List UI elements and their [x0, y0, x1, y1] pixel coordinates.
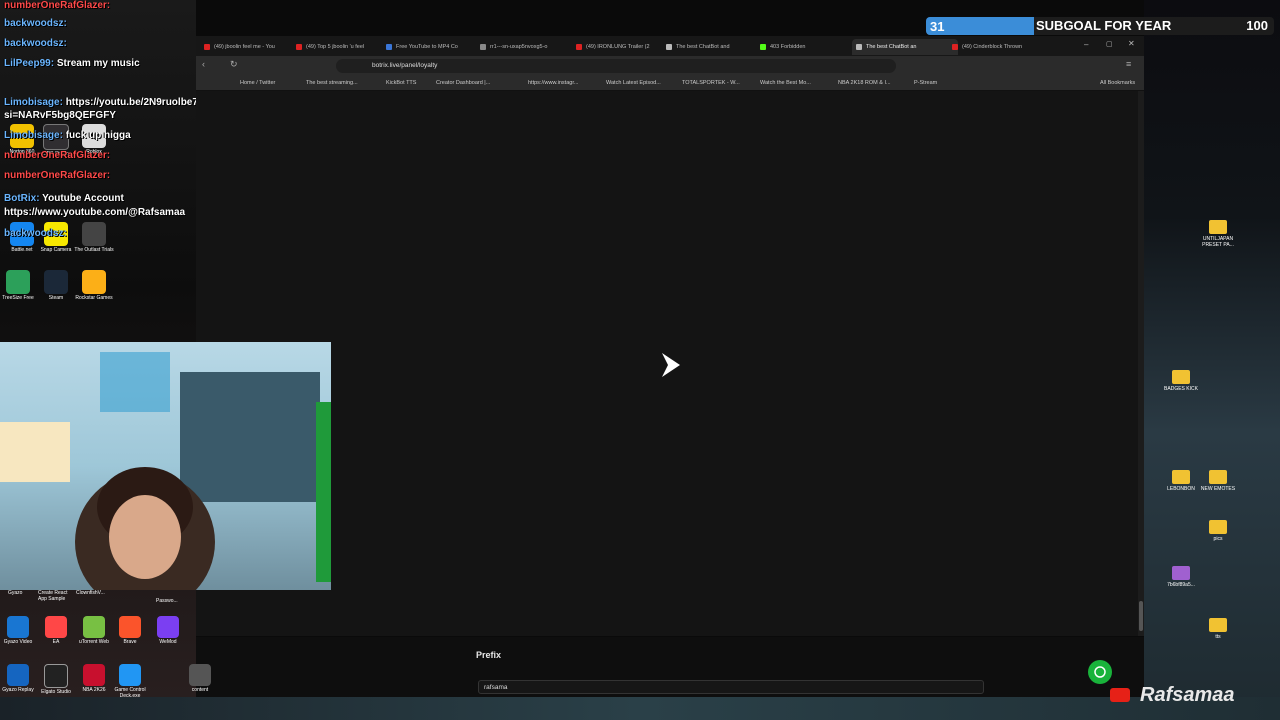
chat-message: backwoodsz:	[4, 18, 67, 29]
chat-message: Limobisage: fuck up nigga	[4, 130, 131, 141]
chat-message: LilPeep99: Stream my music	[4, 58, 140, 69]
browser-tab[interactable]: (49) Cinderblock Thrown	[948, 39, 1052, 55]
support-chat-button[interactable]	[1088, 660, 1112, 684]
desktop-icon-outlast[interactable]: The Outlast Trials	[72, 222, 116, 253]
app-icon-wemod[interactable]: WeMod	[148, 616, 188, 645]
loading-spinner-icon	[662, 353, 680, 377]
desktop-folder[interactable]: tts	[1193, 618, 1243, 640]
app-icon-content[interactable]: content	[180, 664, 220, 693]
app-icon-elgato[interactable]: Elgato Studio	[36, 664, 76, 695]
bookmark-item[interactable]: The best streaming...	[306, 76, 358, 90]
bookmark-item[interactable]: KickBot TTS	[386, 76, 416, 90]
close-icon[interactable]: ✕	[1128, 39, 1135, 48]
prefix-label: Prefix	[476, 650, 502, 660]
chat-message: numberOneRafGlazer:	[4, 150, 111, 161]
stream-bottom-strip	[0, 697, 1280, 720]
bookmark-item[interactable]: Watch the Best Mo...	[760, 76, 811, 90]
bookmark-item[interactable]: Creator Dashboard |...	[436, 76, 490, 90]
bookmarks-bar: Home / Twitter The best streaming... Kic…	[196, 76, 1144, 91]
bookmark-item[interactable]: https://www.instagr...	[528, 76, 578, 90]
webcam-feed	[0, 342, 331, 590]
bookmark-item[interactable]: Watch Latest Episod...	[606, 76, 661, 90]
youtube-icon	[1110, 688, 1130, 702]
desktop-folder[interactable]: NEW EMOTES	[1193, 470, 1243, 492]
chat-icon	[1094, 666, 1106, 678]
chat-message: BotRix: Youtube Account https://www.yout…	[4, 193, 186, 218]
stream-background: UNTILJAPAN PRESET PA... BADGES KICK LEBO…	[1144, 0, 1280, 720]
browser-tab[interactable]: 403 Forbidden	[756, 39, 860, 55]
desktop-label: ClownfishV...	[76, 590, 105, 596]
webcam-scene	[0, 352, 331, 590]
browser-tab[interactable]: The best ChatBot and	[662, 39, 766, 55]
app-icon-ea[interactable]: EA	[36, 616, 76, 645]
chat-message: backwoodsz:	[4, 228, 67, 239]
app-icon-nba2k[interactable]: NBA 2K26	[74, 664, 114, 693]
minimize-icon[interactable]: –	[1084, 40, 1088, 49]
all-bookmarks[interactable]: All Bookmarks	[1100, 76, 1135, 90]
menu-icon[interactable]: ≡	[1126, 59, 1131, 69]
desktop-label: Passwo...	[156, 598, 178, 604]
bookmark-item[interactable]: Home / Twitter	[240, 76, 275, 90]
bookmark-item[interactable]: P-Stream	[914, 76, 937, 90]
desktop-folder[interactable]: UNTILJAPAN PRESET PA...	[1193, 220, 1243, 248]
browser-tab[interactable]: rr1---sn-uxap5nvoxg5-o	[476, 39, 582, 55]
desktop-folder[interactable]: pics	[1193, 520, 1243, 542]
reload-icon[interactable]: ↻	[230, 59, 238, 70]
desktop-folder[interactable]: BADGES KICK	[1156, 370, 1206, 392]
app-icon-gyazo-replay[interactable]: Gyazo Replay	[0, 664, 38, 693]
browser-tab[interactable]: Free YouTube to MP4 Co	[382, 39, 486, 55]
browser-window: (49) jboolin feel me - You (49) Top 5 jb…	[196, 36, 1144, 636]
app-icon-game-control[interactable]: Game Control Deck.exe	[110, 664, 150, 699]
browser-tab[interactable]: (49) Top 5 jboolin 'u feel	[292, 39, 392, 55]
browser-tab[interactable]: (49) IRONLUNG Trailer (2	[572, 39, 672, 55]
chat-message: numberOneRafGlazer:	[4, 0, 111, 11]
desktop-file[interactable]: 7b6bf89a5...	[1156, 566, 1206, 588]
desktop-label: Create React App Sample	[38, 590, 68, 602]
tab-strip: (49) jboolin feel me - You (49) Top 5 jb…	[196, 36, 1144, 56]
subgoal-count: 31	[930, 19, 945, 34]
bookmark-item[interactable]: TOTALSPORTEK - W...	[682, 76, 740, 90]
maximize-icon[interactable]: ▢	[1106, 40, 1113, 48]
desktop-label: Gyazo	[8, 590, 23, 596]
subgoal-bar: 31 SUBGOAL FOR YEAR 100	[906, 15, 1274, 37]
browser-toolbar: ‹ ↻ botrix.live/panel/loyalty ≡	[196, 56, 1144, 76]
browser-tab-active[interactable]: The best ChatBot an	[852, 39, 958, 55]
chat-message: backwoodsz:	[4, 38, 67, 49]
app-icon-brave[interactable]: Brave	[110, 616, 150, 645]
url-bar[interactable]: botrix.live/panel/loyalty	[336, 59, 896, 73]
scrollbar-thumb[interactable]	[1139, 601, 1143, 631]
bookmark-item[interactable]: NBA 2K18 ROM & I...	[838, 76, 891, 90]
chat-message: numberOneRafGlazer:	[4, 170, 111, 181]
back-icon[interactable]: ‹	[202, 59, 205, 69]
channel-watermark: Rafsamaa	[1140, 684, 1235, 706]
subgoal-label: SUBGOAL FOR YEAR	[1036, 18, 1172, 33]
browser-tab[interactable]: (49) jboolin feel me - You	[200, 39, 302, 55]
subgoal-target: 100	[1246, 18, 1268, 33]
prefix-input[interactable]: rafsama	[478, 680, 984, 694]
desktop-icon-rockstar[interactable]: Rockstar Games	[72, 270, 116, 301]
app-icon-utorrent[interactable]: uTorrent Web	[74, 616, 114, 645]
app-icon-gyazo-video[interactable]: Gyazo Video	[0, 616, 38, 645]
